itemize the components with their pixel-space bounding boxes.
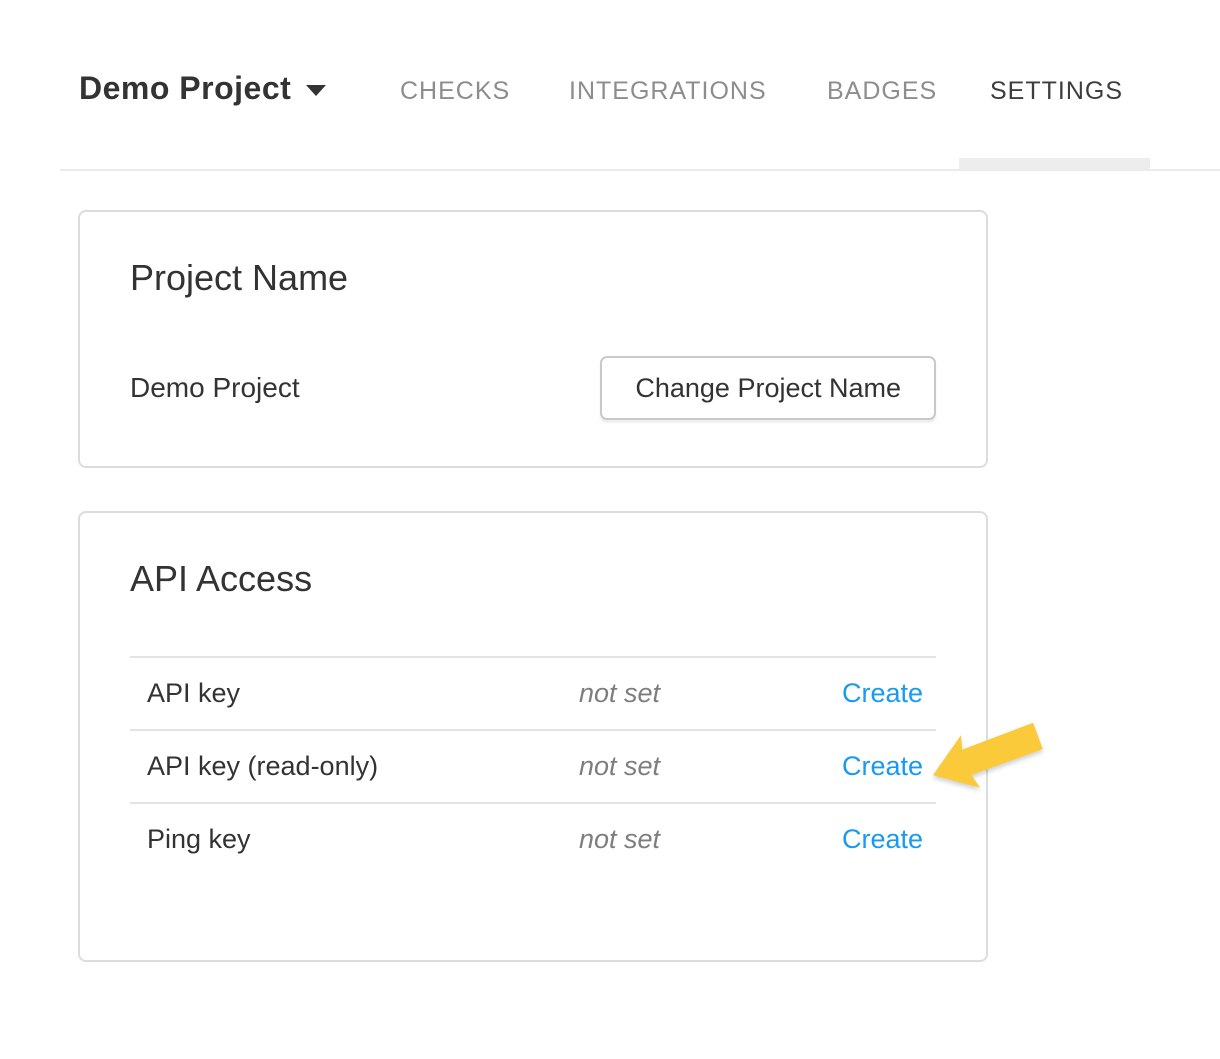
create-ping-key-link[interactable]: Create — [842, 824, 923, 854]
ping-key-value: not set — [579, 824, 831, 855]
current-project-name: Demo Project — [130, 372, 300, 404]
ping-key-label: Ping key — [147, 824, 579, 855]
project-name-card: Project Name Demo Project Change Project… — [78, 210, 988, 468]
settings-page: Demo Project CHECKS INTEGRATIONS BADGES … — [0, 0, 1220, 1059]
create-api-key-read-only-link[interactable]: Create — [842, 751, 923, 781]
tab-integrations[interactable]: INTEGRATIONS — [569, 77, 767, 106]
table-row-ping-key: Ping key not set Create — [130, 802, 936, 875]
api-key-read-only-value: not set — [579, 751, 831, 782]
api-access-card: API Access API key not set Create API ke… — [78, 511, 988, 962]
api-key-read-only-label: API key (read-only) — [147, 751, 579, 782]
create-api-key-link[interactable]: Create — [842, 678, 923, 708]
api-key-value: not set — [579, 678, 831, 709]
api-keys-table: API key not set Create API key (read-onl… — [130, 656, 936, 875]
top-navigation: Demo Project CHECKS INTEGRATIONS BADGES … — [0, 0, 1220, 171]
api-access-card-title: API Access — [130, 557, 936, 600]
project-dropdown-label: Demo Project — [79, 70, 291, 106]
tab-badges[interactable]: BADGES — [827, 77, 937, 106]
tab-settings[interactable]: SETTINGS — [990, 77, 1123, 106]
project-name-row: Demo Project Change Project Name — [130, 356, 936, 420]
table-row-api-key: API key not set Create — [130, 656, 936, 729]
tab-checks[interactable]: CHECKS — [400, 77, 510, 106]
table-row-api-key-read-only: API key (read-only) not set Create — [130, 729, 936, 802]
chevron-down-icon — [306, 85, 326, 96]
project-dropdown[interactable]: Demo Project — [79, 70, 326, 107]
project-name-card-title: Project Name — [130, 256, 936, 299]
api-key-label: API key — [147, 678, 579, 709]
change-project-name-button[interactable]: Change Project Name — [600, 356, 936, 420]
active-tab-indicator — [959, 158, 1150, 169]
header-divider — [60, 169, 1220, 171]
